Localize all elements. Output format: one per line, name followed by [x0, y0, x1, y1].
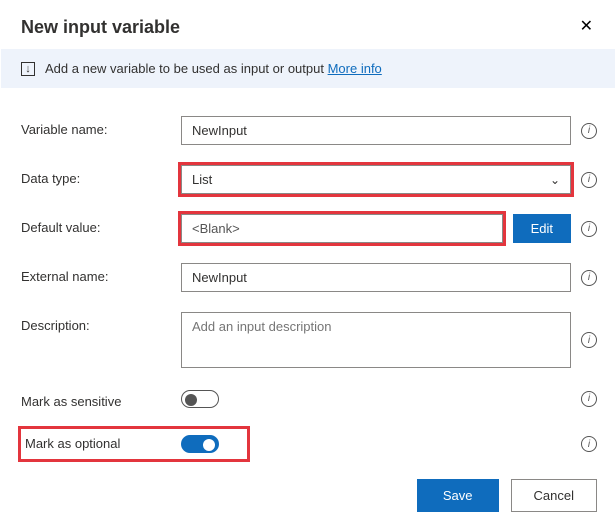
toggle-knob	[203, 439, 215, 451]
save-button[interactable]: Save	[417, 479, 499, 512]
info-icon[interactable]: i	[581, 436, 597, 452]
label-optional: Mark as optional	[25, 436, 177, 451]
label-data-type: Data type:	[21, 165, 181, 186]
dialog-footer: Save Cancel	[417, 479, 597, 512]
label-default-value: Default value:	[21, 214, 181, 235]
chevron-down-icon: ⌄	[550, 173, 560, 187]
optional-highlight-box: Mark as optional	[21, 429, 247, 459]
cancel-button[interactable]: Cancel	[511, 479, 597, 512]
info-icon[interactable]: i	[581, 391, 597, 407]
data-type-value: List	[192, 172, 212, 187]
optional-toggle[interactable]	[181, 435, 219, 453]
info-icon[interactable]: i	[581, 332, 597, 348]
more-info-link[interactable]: More info	[328, 61, 382, 76]
info-icon[interactable]: i	[581, 221, 597, 237]
sensitive-toggle[interactable]	[181, 390, 219, 408]
variable-name-input[interactable]	[181, 116, 571, 145]
close-icon: ✕	[580, 18, 593, 35]
label-external-name: External name:	[21, 263, 181, 284]
dialog-header: New input variable ✕	[1, 1, 615, 49]
row-optional: Mark as optional i	[21, 429, 597, 459]
row-default-value: Default value: <Blank> Edit i	[21, 214, 597, 243]
new-input-variable-dialog: New input variable ✕ ↓ Add a new variabl…	[0, 0, 616, 529]
info-icon[interactable]: i	[581, 270, 597, 286]
external-name-input[interactable]	[181, 263, 571, 292]
info-bar: ↓ Add a new variable to be used as input…	[1, 49, 615, 88]
dialog-title: New input variable	[21, 17, 180, 38]
row-sensitive: Mark as sensitive i	[21, 388, 597, 409]
label-sensitive: Mark as sensitive	[21, 388, 181, 409]
info-icon[interactable]: i	[581, 123, 597, 139]
label-variable-name: Variable name:	[21, 116, 181, 137]
info-icon[interactable]: i	[581, 172, 597, 188]
description-input[interactable]	[181, 312, 571, 368]
data-type-select[interactable]: List ⌄	[181, 165, 571, 194]
default-value-text: <Blank>	[192, 221, 240, 236]
info-bar-text: Add a new variable to be used as input o…	[45, 61, 382, 76]
row-description: Description: i	[21, 312, 597, 368]
form-body: Variable name: i Data type: List ⌄ i Def…	[1, 88, 615, 459]
toggle-knob	[185, 394, 197, 406]
import-icon: ↓	[21, 62, 35, 76]
close-button[interactable]: ✕	[576, 15, 597, 39]
default-value-box[interactable]: <Blank>	[181, 214, 503, 243]
edit-button[interactable]: Edit	[513, 214, 571, 243]
label-description: Description:	[21, 312, 181, 333]
row-variable-name: Variable name: i	[21, 116, 597, 145]
row-external-name: External name: i	[21, 263, 597, 292]
row-data-type: Data type: List ⌄ i	[21, 165, 597, 194]
